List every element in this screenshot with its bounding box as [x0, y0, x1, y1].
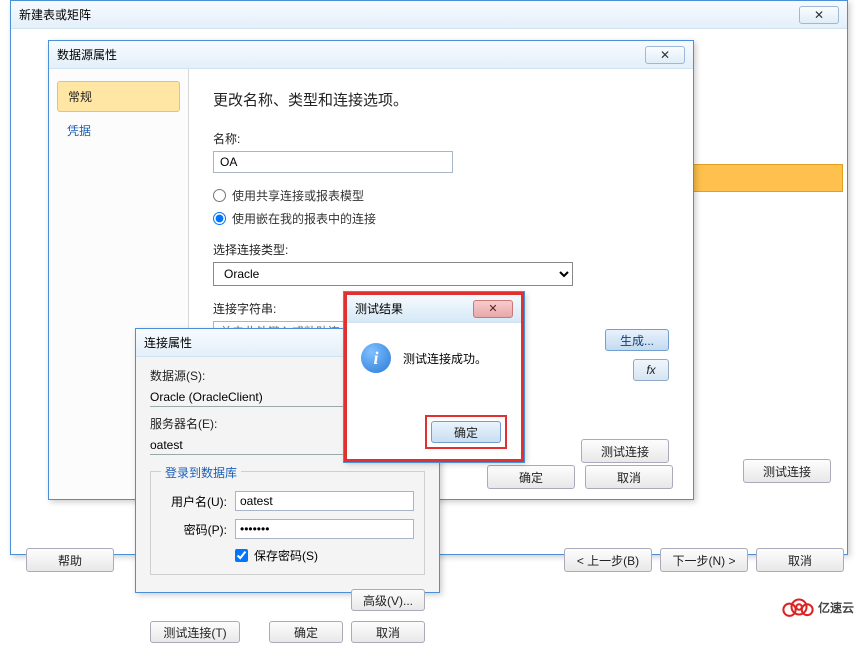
username-label: 用户名(U):: [161, 493, 227, 510]
ok-button-cp[interactable]: 确定: [269, 621, 343, 643]
cancel-button-cp[interactable]: 取消: [351, 621, 425, 643]
wizard-title: 新建表或矩阵: [19, 6, 91, 23]
info-icon: i: [361, 343, 391, 373]
conn-type-select[interactable]: Oracle: [213, 262, 573, 286]
sidebar-item-general[interactable]: 常规: [57, 81, 180, 112]
tr-message: 测试连接成功。: [403, 350, 487, 367]
next-step-button[interactable]: 下一步(N) >: [660, 548, 748, 572]
fx-button[interactable]: fx: [633, 359, 669, 381]
tr-title: 测试结果: [355, 300, 403, 317]
wizard-titlebar: 新建表或矩阵 ✕: [11, 1, 847, 29]
close-icon[interactable]: ✕: [645, 46, 685, 64]
radio-embedded-label: 使用嵌在我的报表中的连接: [232, 210, 376, 227]
ok-button-tr[interactable]: 确定: [431, 421, 501, 443]
close-icon[interactable]: ✕: [799, 6, 839, 24]
prev-step-button[interactable]: < 上一步(B): [564, 548, 652, 572]
name-input[interactable]: [213, 151, 453, 173]
radio-embedded-connection[interactable]: [213, 212, 226, 225]
username-input[interactable]: [235, 491, 414, 511]
brand-logo: 亿速云: [780, 596, 854, 618]
test-connection-button-outer[interactable]: 测试连接: [743, 459, 831, 483]
test-connection-button[interactable]: 测试连接: [581, 439, 669, 463]
name-label: 名称:: [213, 130, 669, 147]
advanced-button[interactable]: 高级(V)...: [351, 589, 425, 611]
tr-titlebar: 测试结果 ✕: [347, 295, 521, 323]
save-password-checkbox[interactable]: [235, 549, 248, 562]
brand-text: 亿速云: [818, 599, 854, 616]
test-connection-button-cp[interactable]: 测试连接(T): [150, 621, 240, 643]
highlight-box: 确定: [425, 415, 507, 449]
password-label: 密码(P):: [161, 521, 227, 538]
ds-titlebar: 数据源属性 ✕: [49, 41, 693, 69]
cancel-button-ds[interactable]: 取消: [585, 465, 673, 489]
cp-title: 连接属性: [144, 334, 192, 351]
ds-heading: 更改名称、类型和连接选项。: [213, 89, 669, 110]
save-password-label: 保存密码(S): [254, 547, 318, 564]
test-result-dialog: 测试结果 ✕ i 测试连接成功。 确定: [344, 292, 524, 462]
ds-title: 数据源属性: [57, 46, 117, 63]
radio-shared-connection[interactable]: [213, 189, 226, 202]
help-button-wizard[interactable]: 帮助: [26, 548, 114, 572]
close-icon[interactable]: ✕: [473, 300, 513, 318]
password-input[interactable]: [235, 519, 414, 539]
sidebar-item-credentials[interactable]: 凭据: [57, 116, 180, 145]
cancel-button-wizard[interactable]: 取消: [756, 548, 844, 572]
radio-shared-label: 使用共享连接或报表模型: [232, 187, 364, 204]
conn-type-label: 选择连接类型:: [213, 241, 669, 258]
generate-button[interactable]: 生成...: [605, 329, 669, 351]
ok-button-ds[interactable]: 确定: [487, 465, 575, 489]
login-group-title: 登录到数据库: [161, 464, 241, 481]
cloud-icon: [780, 596, 814, 618]
